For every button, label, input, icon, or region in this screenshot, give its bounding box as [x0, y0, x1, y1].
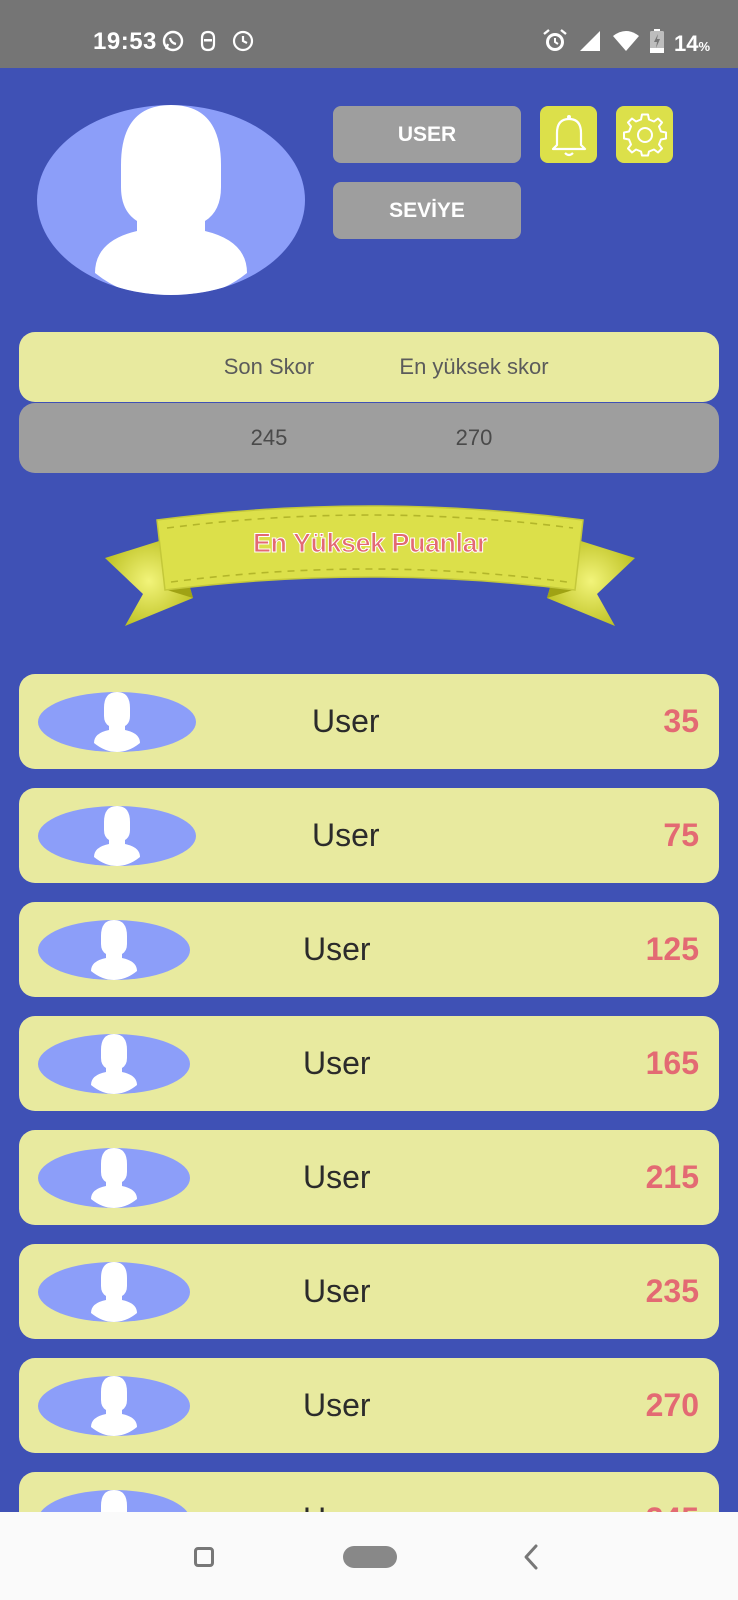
wifi-icon: [612, 30, 640, 57]
ribbon-icon: [105, 505, 635, 626]
row-score: 35: [663, 703, 699, 739]
row-score: 215: [645, 1159, 699, 1195]
clock-icon: [232, 30, 254, 57]
recents-button[interactable]: [194, 1547, 214, 1567]
home-button[interactable]: [343, 1546, 397, 1568]
user-silhouette-icon: [94, 692, 140, 752]
row-score: 125: [645, 931, 699, 967]
row-avatar: [38, 1148, 190, 1208]
row-avatar: [38, 806, 196, 866]
user-silhouette-icon: [91, 1262, 137, 1322]
whatsapp-icon: [162, 30, 184, 57]
leaderboard-row[interactable]: User 270: [19, 1358, 719, 1453]
row-avatar: [38, 692, 196, 752]
row-username: User: [303, 1159, 371, 1195]
row-avatar: [38, 1376, 190, 1436]
signal-icon: [578, 29, 602, 58]
leaderboard-row[interactable]: User 35: [19, 674, 719, 769]
row-score: 270: [645, 1387, 699, 1423]
gear-icon: [622, 113, 667, 156]
status-time: 19:53: [93, 28, 157, 55]
user-silhouette-icon: [91, 1034, 137, 1094]
banner-title: En Yüksek Puanlar: [252, 528, 488, 559]
row-score: 165: [645, 1045, 699, 1081]
leaderboard-row[interactable]: User 165: [19, 1016, 719, 1111]
row-avatar: [38, 1034, 190, 1094]
score-labels-card: Son Skor En yüksek skor: [19, 332, 719, 402]
settings-button[interactable]: [616, 106, 673, 163]
tinder-icon: [198, 30, 218, 57]
battery-charging-icon: [649, 29, 664, 58]
profile-avatar[interactable]: [37, 105, 305, 295]
row-score: 235: [645, 1273, 699, 1309]
leaderboard-row[interactable]: User 235: [19, 1244, 719, 1339]
user-silhouette-icon: [91, 1148, 137, 1208]
last-score-value: 245: [250, 425, 288, 450]
score-values-card: 245 270: [19, 403, 719, 473]
last-score-label: Son Skor: [223, 354, 315, 379]
back-chevron-icon: [524, 1544, 538, 1570]
bell-icon: [551, 114, 586, 156]
leaderboard-row[interactable]: User 215: [19, 1130, 719, 1225]
row-username: User: [303, 1472, 503, 1512]
level-button[interactable]: SEVİYE: [333, 182, 521, 239]
row-score: 245: [646, 1472, 699, 1512]
row-username: User: [303, 931, 371, 967]
user-silhouette-icon: [94, 806, 140, 866]
leaderboard-row[interactable]: User 245: [19, 1472, 719, 1512]
status-bar: 19:53 14%: [0, 0, 738, 68]
row-avatar: [38, 1262, 190, 1322]
user-silhouette-icon: [91, 920, 137, 980]
row-username: User: [303, 1045, 371, 1081]
notifications-button[interactable]: [540, 106, 597, 163]
leaderboard-list[interactable]: User 35 User 75 User 125 User 165 User 2…: [19, 674, 719, 1512]
back-button[interactable]: [522, 1543, 540, 1576]
row-username: User: [303, 1273, 371, 1309]
user-silhouette-icon: [101, 1490, 127, 1512]
user-silhouette-icon: [95, 105, 247, 295]
row-avatar: [38, 920, 190, 980]
row-avatar: [38, 1490, 190, 1512]
leaderboard-row[interactable]: User 75: [19, 788, 719, 883]
alarm-icon: [542, 28, 568, 59]
row-score: 75: [663, 817, 699, 853]
user-button[interactable]: USER: [333, 106, 521, 163]
best-score-value: 270: [455, 425, 493, 450]
best-score-label: En yüksek skor: [399, 354, 549, 379]
row-username: User: [303, 1387, 371, 1423]
row-username: User: [312, 703, 380, 739]
high-scores-banner: En Yüksek Puanlar: [105, 498, 635, 633]
row-username: User: [312, 817, 380, 853]
leaderboard-row[interactable]: User 125: [19, 902, 719, 997]
battery-percent: 14%: [673, 30, 710, 56]
user-silhouette-icon: [91, 1376, 137, 1436]
